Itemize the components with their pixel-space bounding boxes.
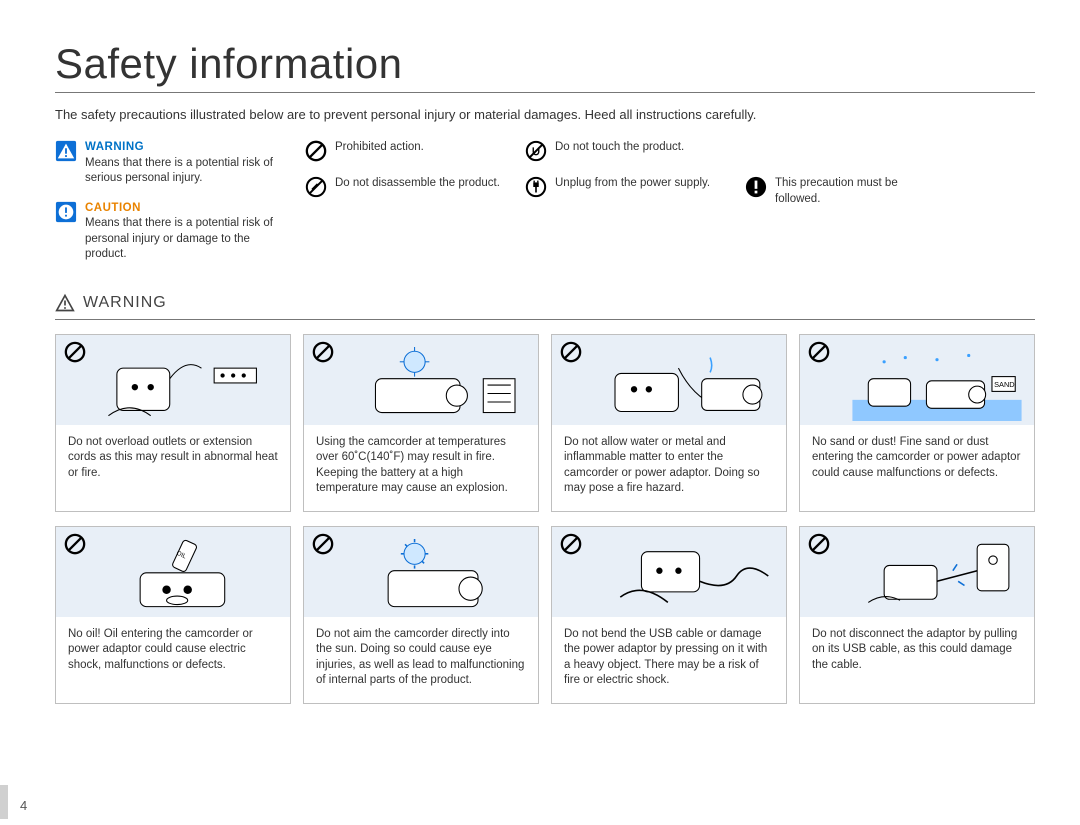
card-caption: No sand or dust! Fine sand or dust enter…	[800, 425, 1034, 507]
no-touch-icon	[525, 140, 547, 162]
title-rule	[55, 92, 1035, 93]
card-oil: OIL No oil! Oil entering the camcorder o…	[55, 526, 291, 704]
card-pull-cable: Do not disconnect the adaptor by pulling…	[799, 526, 1035, 704]
prohibited-icon	[64, 341, 86, 363]
prohibited-icon	[560, 533, 582, 555]
svg-text:SAND: SAND	[994, 380, 1015, 389]
legend-follow-text: This precaution must be followed.	[775, 176, 945, 207]
warning-cards-row-1: Do not overload outlets or extension cor…	[55, 334, 1035, 512]
card-caption: Do not disconnect the adaptor by pulling…	[800, 617, 1034, 699]
prohibited-icon	[312, 341, 334, 363]
card-sand-dust: SAND No sand or dust! Fine sand or dust …	[799, 334, 1035, 512]
prohibited-icon	[808, 341, 830, 363]
card-overload: Do not overload outlets or extension cor…	[55, 334, 291, 512]
prohibited-icon	[64, 533, 86, 555]
legend: WARNING Means that there is a potential …	[55, 140, 1035, 263]
legend-unplug: Unplug from the power supply.	[525, 176, 725, 198]
must-follow-icon	[745, 176, 767, 198]
legend-touch: Do not touch the product.	[525, 140, 725, 162]
card-caption: Do not bend the USB cable or damage the …	[552, 617, 786, 703]
page-number: 4	[20, 798, 27, 813]
legend-caution-label: CAUTION	[85, 201, 285, 217]
card-temperature: Using the camcorder at temperatures over…	[303, 334, 539, 512]
legend-prohibited: Prohibited action.	[305, 140, 505, 162]
legend-warning-label: WARNING	[85, 140, 285, 156]
no-disassemble-icon	[305, 176, 327, 198]
card-caption: Do not allow water or metal and inflamma…	[552, 425, 786, 511]
warning-cards-row-2: OIL No oil! Oil entering the camcorder o…	[55, 526, 1035, 704]
prohibited-icon	[305, 140, 327, 162]
section-rule	[55, 319, 1035, 320]
legend-warning-desc: Means that there is a potential risk of …	[85, 157, 273, 185]
prohibited-icon	[560, 341, 582, 363]
legend-disassemble: Do not disassemble the product.	[305, 176, 505, 198]
warning-triangle-outline-icon	[55, 293, 75, 313]
unplug-icon	[525, 176, 547, 198]
legend-touch-text: Do not touch the product.	[555, 140, 684, 156]
card-bend-cable: Do not bend the USB cable or damage the …	[551, 526, 787, 704]
card-caption: No oil! Oil entering the camcorder or po…	[56, 617, 290, 699]
section-title: WARNING	[83, 294, 167, 312]
legend-prohibited-text: Prohibited action.	[335, 140, 424, 156]
card-water-metal: Do not allow water or metal and inflamma…	[551, 334, 787, 512]
card-sun: Do not aim the camcorder directly into t…	[303, 526, 539, 704]
legend-unplug-text: Unplug from the power supply.	[555, 176, 710, 192]
legend-caution-desc: Means that there is a potential risk of …	[85, 217, 273, 260]
card-caption: Using the camcorder at temperatures over…	[304, 425, 538, 511]
section-header: WARNING	[55, 293, 1035, 313]
legend-follow: This precaution must be followed.	[745, 176, 945, 207]
prohibited-icon	[312, 533, 334, 555]
intro-text: The safety precautions illustrated below…	[55, 107, 1035, 122]
page-side-tab	[0, 785, 8, 819]
card-caption: Do not aim the camcorder directly into t…	[304, 617, 538, 703]
legend-caution: CAUTION Means that there is a potential …	[55, 201, 285, 263]
legend-warning: WARNING Means that there is a potential …	[55, 140, 285, 187]
card-caption: Do not overload outlets or extension cor…	[56, 425, 290, 507]
caution-circle-icon	[55, 201, 77, 223]
warning-triangle-icon	[55, 140, 77, 162]
page-title: Safety information	[55, 40, 1035, 88]
prohibited-icon	[808, 533, 830, 555]
legend-disassemble-text: Do not disassemble the product.	[335, 176, 500, 192]
